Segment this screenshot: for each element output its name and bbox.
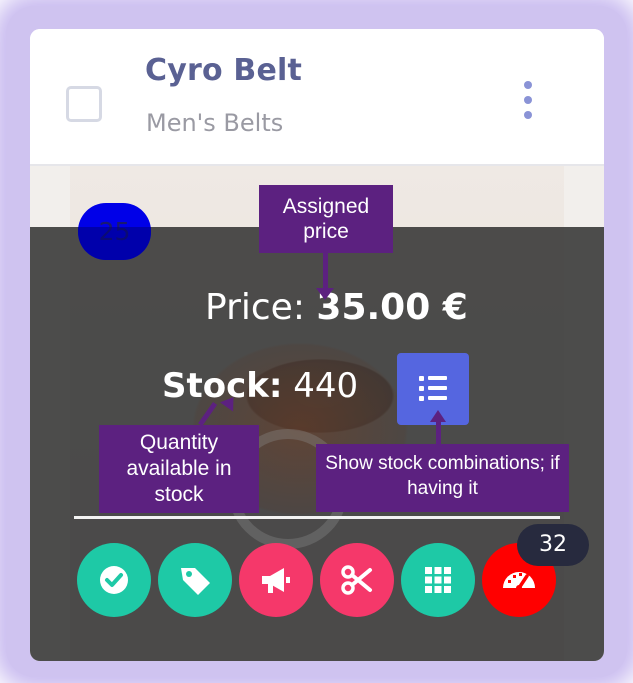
product-card: Cyro Belt Men's Belts 25 Price: 35.00 € … (30, 29, 604, 661)
product-category: Men's Belts (146, 109, 284, 137)
annotation-combinations-text: Show stock combinations; if having it (325, 453, 560, 499)
annotation-arrowhead (316, 288, 334, 300)
cut-button[interactable] (320, 543, 394, 617)
annotation-arrowhead (430, 410, 446, 422)
tags-button[interactable] (158, 543, 232, 617)
price-value: 35.00 € (316, 287, 468, 328)
price-label: Price: (205, 287, 305, 328)
annotation-quantity-text: Quantity available in stock (126, 431, 232, 506)
more-options-icon[interactable] (518, 81, 538, 121)
grid-icon (425, 567, 451, 593)
annotation-arrow (323, 253, 328, 293)
annotation-assigned-price-text: Assigned price (282, 195, 370, 243)
scissors-icon (341, 565, 372, 595)
publish-button[interactable] (77, 543, 151, 617)
tag-icon (181, 568, 210, 595)
variants-grid-button[interactable] (401, 543, 475, 617)
speedometer-icon (503, 572, 535, 591)
action-bar (77, 543, 577, 618)
annotation-assigned-price: Assigned price (259, 185, 393, 253)
stock-value: 440 (293, 366, 359, 406)
stock-line: Stock: 440 (162, 366, 358, 406)
check-circle-icon (100, 566, 128, 594)
promote-button[interactable] (239, 543, 313, 617)
annotation-quantity: Quantity available in stock (99, 425, 259, 513)
card-header: Cyro Belt Men's Belts (30, 29, 604, 166)
annotation-arrow (436, 420, 441, 446)
divider (74, 516, 560, 519)
sales-count-badge: 32 (517, 524, 589, 566)
select-checkbox[interactable] (66, 86, 102, 122)
product-title[interactable]: Cyro Belt (145, 53, 302, 88)
price-line: Price: 35.00 € (205, 287, 468, 328)
annotation-combinations: Show stock combinations; if having it (316, 444, 569, 512)
megaphone-icon (262, 568, 290, 593)
